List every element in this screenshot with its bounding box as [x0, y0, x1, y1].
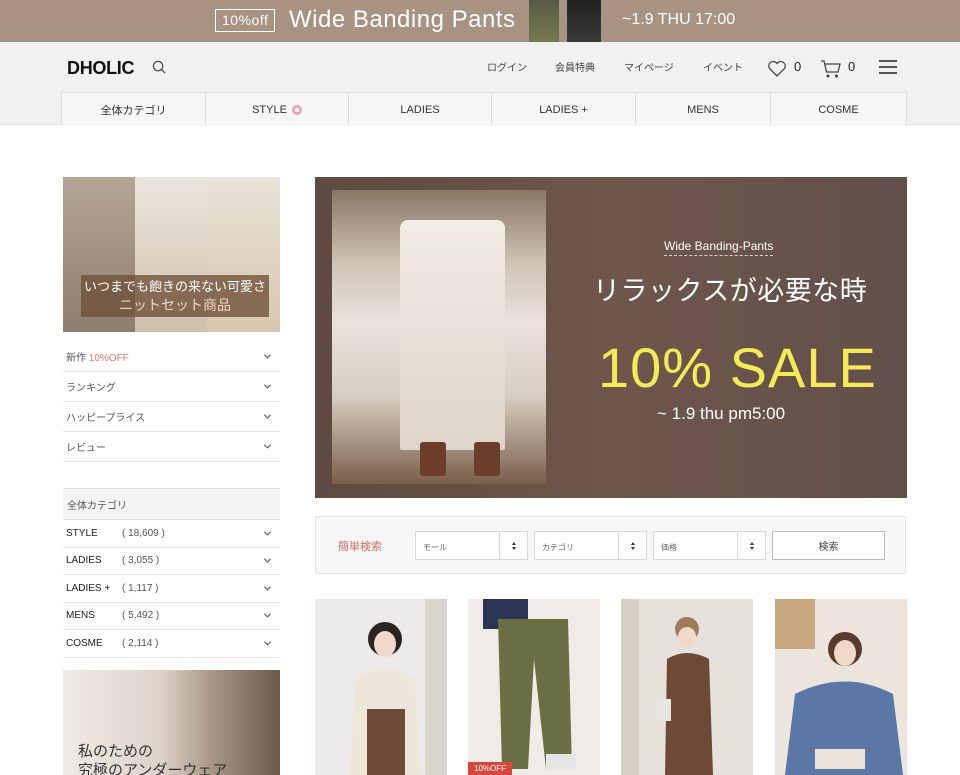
category-tab-bar: 全体カテゴリ STYLE LADIES LADIES + MENS COSME: [61, 92, 907, 126]
knit-set-caption: いつまでも飽きの来ない可愛さ ニットセット商品: [81, 275, 269, 317]
sidebar-item-happy-price[interactable]: ハッピープライス: [63, 402, 280, 432]
tab-all-categories[interactable]: 全体カテゴリ: [62, 93, 206, 126]
product-image: [621, 599, 753, 775]
wishlist-count: 0: [794, 59, 802, 74]
hero-product-photo: [332, 190, 546, 484]
promo-banner[interactable]: 10%off Wide Banding Pants ~1.9 THU 17:00: [0, 0, 960, 42]
chevron-down-icon: [263, 586, 272, 591]
price-select[interactable]: 価格: [653, 531, 766, 560]
site-logo[interactable]: DHOLIC: [67, 58, 135, 79]
hero-headline: リラックスが必要な時: [593, 276, 868, 306]
nav-login-link[interactable]: ログイン: [487, 59, 527, 74]
discount-tag: 10%OFF: [468, 762, 513, 775]
tab-ladies-plus[interactable]: LADIES +: [492, 93, 636, 126]
chevron-down-icon: [263, 414, 272, 419]
underwear-banner-caption: 私のための 究極のアンダーウェア: [78, 743, 228, 775]
new-badge-icon: [291, 104, 302, 115]
product-image: [468, 599, 600, 775]
quick-search-label: 簡単検索: [338, 541, 382, 553]
sidebar-item-new[interactable]: 新作 10%OFF: [63, 342, 280, 372]
sidebar-item-ranking[interactable]: ランキング: [63, 372, 280, 402]
chevron-down-icon: [263, 641, 272, 646]
chevron-down-icon: [263, 354, 272, 359]
category-item-cosme[interactable]: COSME ( 2,114 ): [63, 630, 280, 658]
hero-subtitle: Wide Banding-Pants: [664, 239, 774, 256]
nav-mypage-link[interactable]: マイページ: [624, 59, 674, 74]
hero-sale-text: 10% SALE: [598, 336, 877, 399]
underwear-banner[interactable]: 私のための 究極のアンダーウェア: [63, 670, 280, 775]
promo-title: Wide Banding Pants: [289, 6, 516, 33]
hero-until-text: ~ 1.9 thu pm5:00: [657, 404, 786, 423]
category-panel-list: STYLE ( 18,609 ) LADIES ( 3,055 ) LADIES…: [63, 520, 280, 658]
category-item-ladies[interactable]: LADIES ( 3,055 ): [63, 548, 280, 575]
select-arrows-icon: [499, 532, 527, 559]
category-item-mens[interactable]: MENS ( 5,492 ): [63, 603, 280, 630]
tab-ladies[interactable]: LADIES: [349, 93, 492, 126]
product-card[interactable]: 10%OFF: [468, 599, 600, 775]
tab-cosme[interactable]: COSME: [771, 93, 907, 126]
product-card[interactable]: [315, 599, 447, 775]
product-image: [775, 599, 907, 775]
hamburger-menu-icon[interactable]: [879, 60, 897, 74]
chevron-down-icon: [263, 444, 272, 449]
category-item-style[interactable]: STYLE ( 18,609 ): [63, 520, 280, 548]
sidebar-menu: 新作 10%OFF ランキング ハッピープライス レビュー: [63, 342, 280, 462]
promo-model-image: [515, 0, 615, 42]
nav-member-benefits-link[interactable]: 会員特典: [555, 59, 595, 74]
nav-event-link[interactable]: イベント: [703, 59, 743, 74]
knit-set-banner[interactable]: いつまでも飽きの来ない可愛さ ニットセット商品: [63, 177, 280, 332]
select-arrows-icon: [737, 532, 765, 559]
search-button[interactable]: 検索: [772, 531, 885, 560]
mall-select[interactable]: モール: [415, 531, 528, 560]
category-item-ladies-plus[interactable]: LADIES + ( 1,117 ): [63, 575, 280, 603]
chevron-down-icon: [263, 613, 272, 618]
quick-search-panel: 簡単検索 モール カテゴリ 価格 検索: [315, 516, 906, 574]
tab-style[interactable]: STYLE: [206, 93, 349, 126]
product-card[interactable]: [775, 599, 907, 775]
cart-icon[interactable]: [820, 59, 842, 79]
product-card[interactable]: [621, 599, 753, 775]
sidebar-item-review[interactable]: レビュー: [63, 432, 280, 462]
select-arrows-icon: [618, 532, 646, 559]
category-select[interactable]: カテゴリ: [534, 531, 647, 560]
search-icon[interactable]: [152, 60, 167, 75]
promo-date: ~1.9 THU 17:00: [622, 11, 736, 28]
site-header: DHOLIC ログイン 会員特典 マイページ イベント 0 0 全体カテゴリ S…: [0, 42, 960, 126]
product-image: [315, 599, 447, 775]
category-panel-title: 全体カテゴリ: [63, 488, 280, 520]
chevron-down-icon: [263, 384, 272, 389]
tab-mens[interactable]: MENS: [636, 93, 771, 126]
hero-banner[interactable]: Wide Banding-Pants リラックスが必要な時 10% SALE ~…: [315, 177, 907, 498]
cart-count: 0: [848, 59, 856, 74]
promo-discount-badge: 10%off: [215, 9, 276, 32]
chevron-down-icon: [263, 558, 272, 563]
heart-icon[interactable]: [767, 60, 787, 78]
chevron-down-icon: [263, 531, 272, 536]
